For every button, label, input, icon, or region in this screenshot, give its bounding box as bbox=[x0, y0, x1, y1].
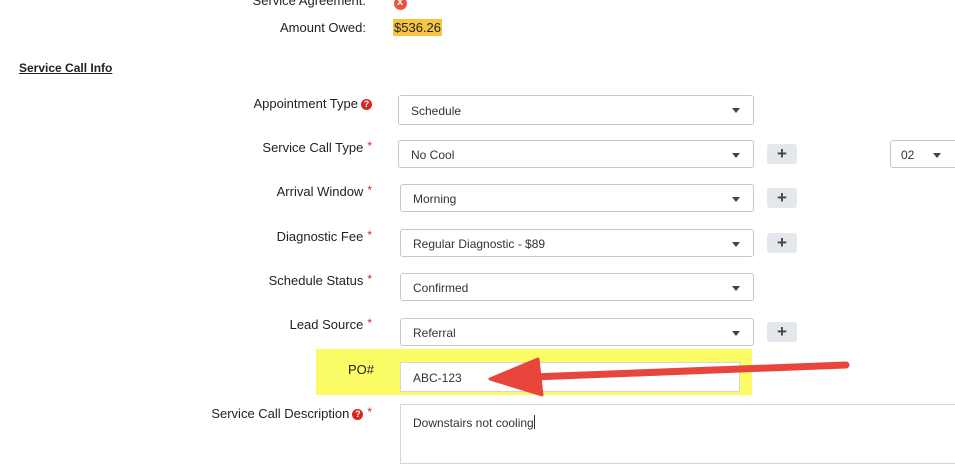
service-call-description-textarea[interactable]: Downstairs not cooling bbox=[400, 404, 955, 464]
text-cursor bbox=[533, 415, 535, 429]
schedule-status-select[interactable]: Confirmed bbox=[400, 273, 754, 301]
required-marker: * bbox=[367, 405, 372, 419]
po-label: PO# bbox=[347, 362, 374, 377]
chevron-down-icon bbox=[732, 286, 740, 291]
chevron-down-icon bbox=[732, 197, 740, 202]
required-marker: * bbox=[367, 228, 372, 242]
chevron-down-icon bbox=[732, 153, 740, 158]
arrival-window-select[interactable]: Morning bbox=[400, 184, 754, 212]
diagnostic-fee-select[interactable]: Regular Diagnostic - $89 bbox=[400, 229, 754, 257]
error-icon-glyph: x bbox=[397, 0, 404, 8]
chevron-down-icon bbox=[933, 153, 941, 158]
required-marker: * bbox=[367, 272, 372, 286]
add-arrival-window-button[interactable]: + bbox=[767, 188, 797, 208]
amount-owed-label: Amount Owed: bbox=[280, 20, 366, 35]
add-service-call-type-button[interactable]: + bbox=[767, 144, 797, 164]
arrow-annotation bbox=[488, 357, 850, 397]
required-marker: * bbox=[367, 139, 372, 153]
appointment-type-label: Appointment Type? bbox=[200, 96, 372, 111]
chevron-down-icon bbox=[732, 331, 740, 336]
required-marker: * bbox=[367, 316, 372, 330]
chevron-down-icon bbox=[732, 108, 740, 113]
amount-owed-value: $536.26 bbox=[393, 19, 442, 36]
service-call-type-select[interactable]: No Cool bbox=[398, 140, 754, 168]
appointment-type-select[interactable]: Schedule bbox=[398, 95, 754, 125]
chevron-down-icon bbox=[732, 242, 740, 247]
diagnostic-fee-label: Diagnostic Fee * bbox=[276, 228, 372, 244]
required-marker: * bbox=[367, 183, 372, 197]
service-agreement-label: Service Agreement: bbox=[252, 0, 366, 8]
arrival-window-label: Arrival Window * bbox=[276, 183, 372, 199]
help-icon[interactable]: ? bbox=[352, 409, 364, 420]
service-call-description-label: Service Call Description? * bbox=[211, 405, 372, 421]
lead-source-select[interactable]: Referral bbox=[400, 318, 754, 346]
add-lead-source-button[interactable]: + bbox=[767, 322, 797, 342]
schedule-status-label: Schedule Status * bbox=[268, 272, 372, 288]
lead-source-label: Lead Source * bbox=[289, 316, 372, 332]
section-title: Service Call Info bbox=[19, 61, 113, 75]
add-diagnostic-fee-button[interactable]: + bbox=[767, 233, 797, 253]
service-call-type-label: Service Call Type * bbox=[262, 139, 372, 155]
help-icon[interactable]: ? bbox=[361, 99, 372, 110]
service-call-type-secondary-select[interactable]: 02 bbox=[890, 140, 955, 168]
